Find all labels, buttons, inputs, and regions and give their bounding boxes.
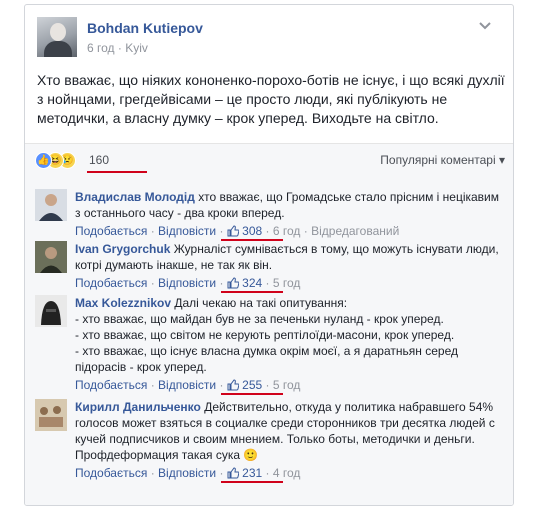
reply-link[interactable]: Відповісти (158, 276, 216, 290)
thumbs-up-icon (227, 379, 239, 391)
thumbs-up-icon (227, 225, 239, 237)
commenter-name[interactable]: Владислав Молодід (75, 190, 195, 204)
like-count[interactable]: 231 (242, 466, 262, 480)
like-count[interactable]: 308 (242, 224, 262, 238)
like-count[interactable]: 324 (242, 276, 262, 290)
reactions-bar: 👍 😆 😢 160 Популярні коментарі ▾ (25, 143, 513, 177)
edited-label[interactable]: Відредагований (311, 224, 399, 238)
thumbs-up-icon (227, 467, 239, 479)
action-separator: · (303, 224, 308, 238)
comment-sort-dropdown[interactable]: Популярні коментарі ▾ (380, 153, 505, 167)
action-separator: · (265, 466, 270, 480)
comments-section: Владислав Молодід хто вважає, що Громадс… (25, 177, 513, 505)
reply-link[interactable]: Відповісти (158, 224, 216, 238)
action-separator: · (265, 276, 270, 290)
action-separator: · (150, 276, 155, 290)
reply-link[interactable]: Відповісти (158, 466, 216, 480)
comment-text: Далі чекаю на такі опитування: (174, 296, 348, 310)
post-card: Bohdan Kutiepov 6 год · Kyiv Хто вважає,… (24, 4, 514, 506)
post-meta: 6 год · Kyiv (87, 41, 148, 55)
thumbs-up-icon (227, 277, 239, 289)
author-avatar[interactable] (37, 17, 77, 57)
post-text: Хто вважає, що ніяких кононенко-порохо-б… (37, 72, 505, 126)
comment-time[interactable]: 5 год (273, 378, 301, 392)
highlight-underline (221, 481, 283, 483)
comment-actions: Подобається · Відповісти · 324 · 5 год (75, 275, 505, 293)
commenter-avatar[interactable] (35, 295, 67, 327)
like-link[interactable]: Подобається (75, 224, 147, 238)
like-reaction-icon: 👍 (35, 152, 52, 169)
action-separator: · (265, 378, 270, 392)
comment-actions: Подобається · Відповісти · 231 · 4 год (75, 465, 505, 483)
comment-actions: Подобається · Відповісти · 308 · 6 год ·… (75, 223, 505, 241)
action-separator: · (150, 466, 155, 480)
comment-line: - хто вважає, що світом не керують репті… (75, 328, 455, 342)
smile-emoji-icon: 🙂 (243, 448, 259, 462)
post-time[interactable]: 6 год (87, 41, 115, 55)
comment-line: - хто вважає, що існує власна думка окрі… (75, 344, 458, 374)
comment-line: - хто вважає, що майдан був не за печень… (75, 312, 444, 326)
author-name[interactable]: Bohdan Kutiepov (87, 20, 203, 36)
meta-separator: · (117, 41, 122, 55)
commenter-avatar[interactable] (35, 241, 67, 273)
action-separator: · (150, 224, 155, 238)
highlight-underline (221, 393, 283, 395)
reply-link[interactable]: Відповісти (158, 378, 216, 392)
action-separator: · (150, 378, 155, 392)
reaction-icons[interactable]: 👍 😆 😢 (35, 152, 85, 170)
action-separator: · (219, 466, 224, 480)
commenter-name[interactable]: Кирилл Данильченко (75, 400, 201, 414)
action-separator: · (265, 224, 270, 238)
comment-time[interactable]: 5 год (273, 276, 301, 290)
comment-actions: Подобається · Відповісти · 255 · 5 год (75, 377, 505, 395)
chevron-down-icon: ▾ (498, 153, 505, 167)
comment-time[interactable]: 4 год (273, 466, 301, 480)
commenter-avatar[interactable] (35, 399, 67, 431)
highlight-underline (87, 171, 147, 173)
action-separator: · (219, 378, 224, 392)
like-link[interactable]: Подобається (75, 378, 147, 392)
commenter-avatar[interactable] (35, 189, 67, 221)
action-separator: · (219, 276, 224, 290)
like-link[interactable]: Подобається (75, 276, 147, 290)
action-separator: · (219, 224, 224, 238)
post-header: Bohdan Kutiepov 6 год · Kyiv (37, 17, 497, 61)
comment-time[interactable]: 6 год (273, 224, 301, 238)
like-link[interactable]: Подобається (75, 466, 147, 480)
reaction-count[interactable]: 160 (89, 153, 109, 167)
commenter-name[interactable]: Ivan Grygorchuk (75, 242, 170, 256)
chevron-down-icon[interactable] (479, 21, 491, 31)
post-location[interactable]: Kyiv (125, 41, 148, 55)
like-count[interactable]: 255 (242, 378, 262, 392)
commenter-name[interactable]: Max Kolezznikov (75, 296, 171, 310)
sort-label: Популярні коментарі (380, 153, 496, 167)
highlight-underline (221, 291, 283, 293)
